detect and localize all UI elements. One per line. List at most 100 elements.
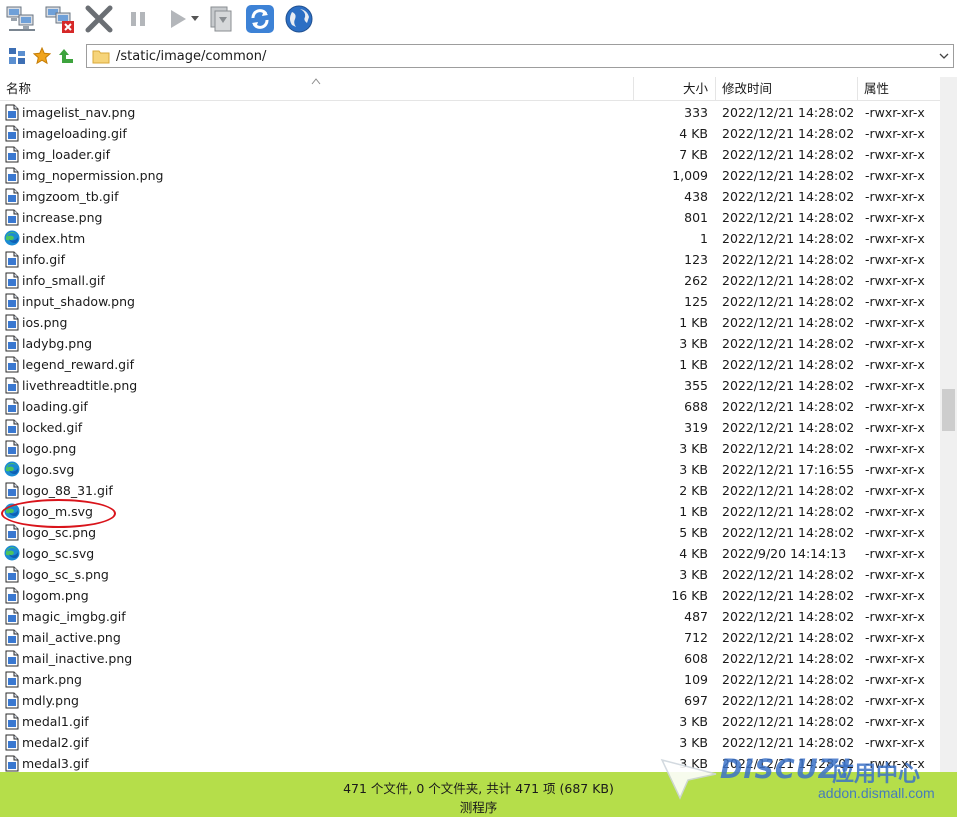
- path-dropdown-button[interactable]: [935, 45, 953, 67]
- status-label: 测程序: [459, 800, 498, 815]
- file-row[interactable]: mdly.png 697 2022/12/21 14:28:02 -rwxr-xr-x: [0, 690, 940, 711]
- file-row[interactable]: medal2.gif 3 KB 2022/12/21 14:28:02 -rwxr-x…: [0, 732, 940, 753]
- file-permissions: -rwxr-xr-x: [865, 462, 925, 477]
- file-icon: [4, 104, 20, 121]
- file-name: legend_reward.gif: [22, 357, 134, 372]
- bookmark-button[interactable]: [31, 45, 53, 67]
- disconnect-button[interactable]: [43, 2, 77, 36]
- file-modified: 2022/12/21 14:28:02: [722, 294, 855, 309]
- arrow-up-icon: [59, 49, 73, 63]
- file-permissions: -rwxr-xr-x: [865, 147, 925, 162]
- close-icon: [85, 5, 113, 33]
- file-modified: 2022/12/21 14:28:02: [722, 147, 855, 162]
- file-row[interactable]: imagelist_nav.png 333 2022/12/21 14:28:02-…: [0, 102, 940, 123]
- file-row[interactable]: index.htm 1 2022/12/21 14:28:02 -rwxr-xr-x: [0, 228, 940, 249]
- file-size: 319: [684, 420, 708, 435]
- file-icon: [4, 671, 20, 688]
- file-row[interactable]: ladybg.png 3 KB 2022/12/21 14:28:02 -rwxr-x…: [0, 333, 940, 354]
- file-row[interactable]: logo.svg 3 KB 2022/12/21 17:16:55 -rwxr-xr-…: [0, 459, 940, 480]
- file-row[interactable]: ios.png 1 KB 2022/12/21 14:28:02 -rwxr-xr-x: [0, 312, 940, 333]
- file-modified: 2022/12/21 14:28:02: [722, 231, 855, 246]
- file-row[interactable]: logo_88_31.gif 2 KB 2022/12/21 14:28:02 -rw…: [0, 480, 940, 501]
- file-row[interactable]: logo.png 3 KB 2022/12/21 14:28:02 -rwxr-xr-…: [0, 438, 940, 459]
- file-icon: [4, 146, 20, 163]
- file-size: 3 KB: [679, 441, 708, 456]
- file-row[interactable]: imgzoom_tb.gif 438 2022/12/21 14:28:02 -rwx…: [0, 186, 940, 207]
- column-attributes[interactable]: 属性: [864, 77, 889, 101]
- file-row[interactable]: medal3.gif 3 KB 2022/12/21 14:28:02 -rwxr-x…: [0, 753, 940, 772]
- caret-down-icon: [191, 16, 199, 21]
- file-modified: 2022/12/21 14:28:02: [722, 588, 855, 603]
- file-modified: 2022/12/21 14:28:02: [722, 672, 855, 687]
- file-row[interactable]: logom.png 16 KB 2022/12/21 14:28:02 -rwxr-x…: [0, 585, 940, 606]
- file-name: medal2.gif: [22, 735, 89, 750]
- file-row[interactable]: legend_reward.gif 1 KB 2022/12/21 14:28:02…: [0, 354, 940, 375]
- file-modified: 2022/12/21 14:28:02: [722, 336, 855, 351]
- file-row[interactable]: info.gif 123 2022/12/21 14:28:02 -rwxr-xr-x: [0, 249, 940, 270]
- file-row[interactable]: locked.gif 319 2022/12/21 14:28:02 -rwxr-xr…: [0, 417, 940, 438]
- connect-button[interactable]: [4, 2, 38, 36]
- file-modified: 2022/12/21 14:28:02: [722, 252, 855, 267]
- file-modified: 2022/12/21 14:28:02: [722, 420, 855, 435]
- queue-button[interactable]: [204, 2, 238, 36]
- file-name: logo_sc.svg: [22, 546, 95, 561]
- file-name: mark.png: [22, 672, 82, 687]
- column-divider[interactable]: [715, 77, 716, 101]
- column-size[interactable]: 大小: [634, 77, 708, 101]
- file-row[interactable]: medal1.gif 3 KB 2022/12/21 14:28:02 -rwxr-x…: [0, 711, 940, 732]
- file-modified: 2022/12/21 14:28:02: [722, 693, 855, 708]
- column-divider[interactable]: [857, 77, 858, 101]
- file-row[interactable]: logo_sc.svg 4 KB 2022/9/20 14:14:13 -rwxr-x…: [0, 543, 940, 564]
- file-name: logom.png: [22, 588, 89, 603]
- file-size: 688: [684, 399, 708, 414]
- file-size: 3 KB: [679, 714, 708, 729]
- file-name: info_small.gif: [22, 273, 105, 288]
- path-text: /static/image/common/: [116, 48, 267, 64]
- path-input[interactable]: /static/image/common/: [86, 44, 954, 68]
- file-row[interactable]: mail_inactive.png 608 2022/12/21 14:28:02-…: [0, 648, 940, 669]
- file-row[interactable]: img_nopermission.png 1,009 2022/12/21 14:2…: [0, 165, 940, 186]
- refresh-button[interactable]: [243, 2, 277, 36]
- file-row[interactable]: mark.png 109 2022/12/21 14:28:02 -rwxr-xr-x: [0, 669, 940, 690]
- pause-button[interactable]: [121, 2, 155, 36]
- network-button[interactable]: [282, 2, 316, 36]
- file-row[interactable]: loading.gif 688 2022/12/21 14:28:02 -rwxr-x…: [0, 396, 940, 417]
- file-modified: 2022/12/21 14:28:02: [722, 483, 855, 498]
- start-dropdown-button[interactable]: [190, 2, 200, 36]
- file-icon: [4, 188, 20, 205]
- file-icon: [4, 209, 20, 226]
- file-name: loading.gif: [22, 399, 88, 414]
- sitemanager-button[interactable]: [6, 45, 28, 67]
- file-icon: [4, 755, 20, 772]
- column-name[interactable]: 名称: [6, 77, 31, 101]
- file-row[interactable]: logo_sc.png 5 KB 2022/12/21 14:28:02 -rwxr-…: [0, 522, 940, 543]
- file-row[interactable]: img_loader.gif 7 KB 2022/12/21 14:28:02 -rw…: [0, 144, 940, 165]
- file-row[interactable]: magic_imgbg.gif 487 2022/12/21 14:28:02 -rw…: [0, 606, 940, 627]
- up-directory-button[interactable]: [56, 45, 78, 67]
- start-button[interactable]: [160, 2, 194, 36]
- file-row[interactable]: info_small.gif 262 2022/12/21 14:28:02 -rwx…: [0, 270, 940, 291]
- file-icon: [4, 587, 20, 604]
- file-permissions: -rwxr-xr-x: [865, 525, 925, 540]
- file-size: 109: [684, 672, 708, 687]
- refresh-icon: [246, 5, 274, 33]
- file-permissions: -rwxr-xr-x: [865, 672, 925, 687]
- scrollbar-thumb[interactable]: [942, 389, 955, 431]
- play-icon: [171, 10, 186, 28]
- file-modified: 2022/12/21 14:28:02: [722, 651, 855, 666]
- file-modified: 2022/9/20 14:14:13: [722, 546, 847, 561]
- vertical-scrollbar[interactable]: [940, 77, 957, 772]
- file-row[interactable]: logo_m.svg 1 KB 2022/12/21 14:28:02 -rwxr-x…: [0, 501, 940, 522]
- column-modified[interactable]: 修改时间: [722, 77, 772, 101]
- cancel-button[interactable]: [82, 2, 116, 36]
- file-row[interactable]: imageloading.gif 4 KB 2022/12/21 14:28:02-…: [0, 123, 940, 144]
- file-name: input_shadow.png: [22, 294, 135, 309]
- file-row[interactable]: increase.png 801 2022/12/21 14:28:02 -rwxr-…: [0, 207, 940, 228]
- file-row[interactable]: livethreadtitle.png 355 2022/12/21 14:28:0…: [0, 375, 940, 396]
- file-name: logo_m.svg: [22, 504, 93, 519]
- file-name: increase.png: [22, 210, 103, 225]
- file-row[interactable]: logo_sc_s.png 3 KB 2022/12/21 14:28:02 -rwx…: [0, 564, 940, 585]
- file-row[interactable]: mail_active.png 712 2022/12/21 14:28:02 -rw…: [0, 627, 940, 648]
- file-name: index.htm: [22, 231, 86, 246]
- file-row[interactable]: input_shadow.png 125 2022/12/21 14:28:02 -r…: [0, 291, 940, 312]
